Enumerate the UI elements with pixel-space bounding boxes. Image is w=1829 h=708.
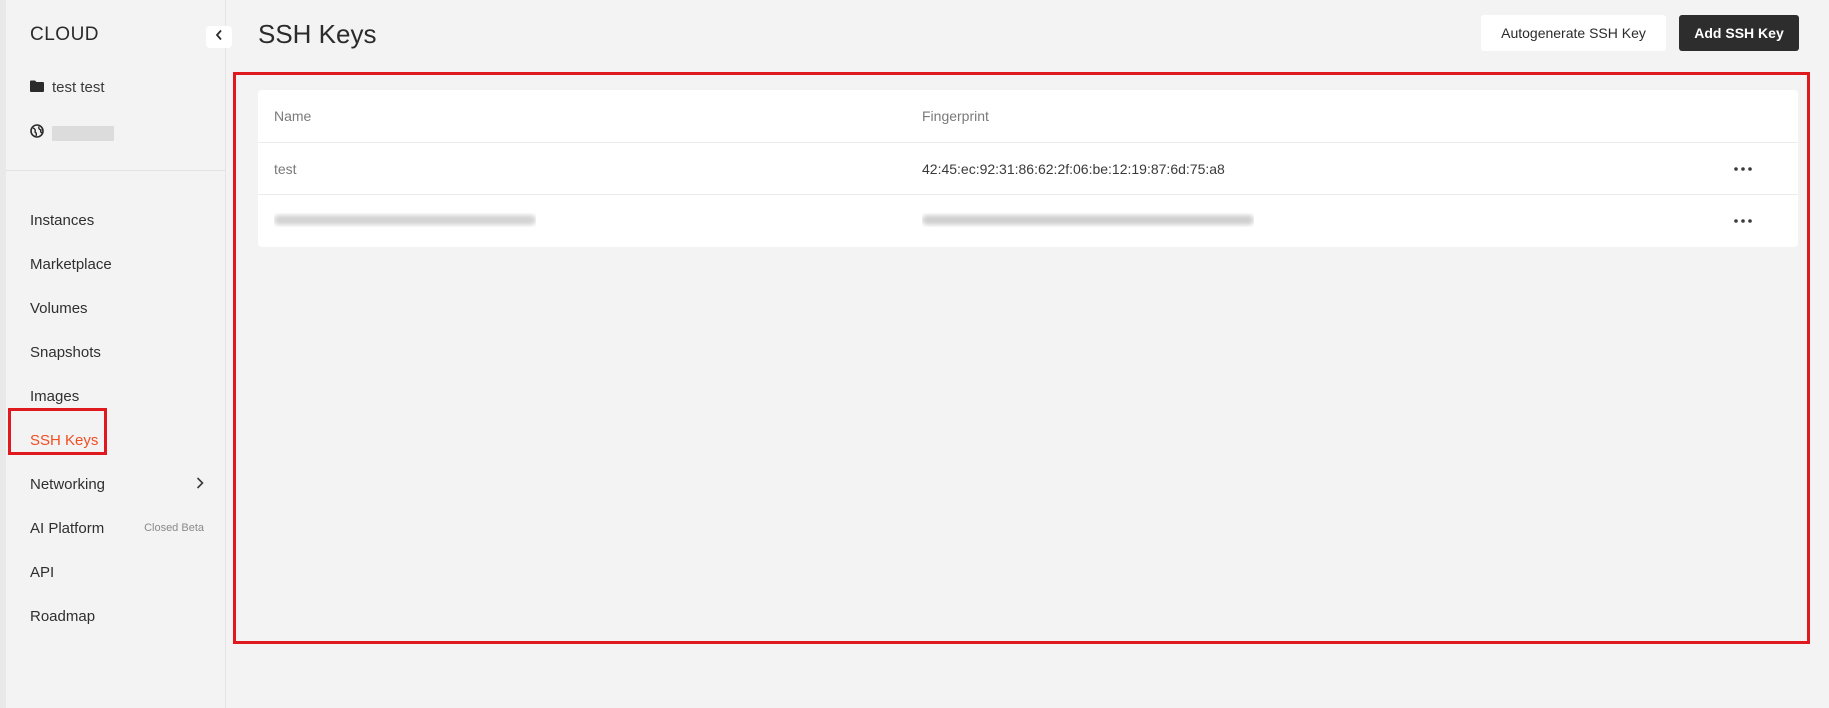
- sidebar-item-label: Networking: [30, 475, 106, 493]
- table-row[interactable]: [258, 195, 1798, 247]
- sidebar-nav: Instances Marketplace Volumes Snapshots …: [6, 198, 226, 638]
- sidebar-item-label: SSH Keys: [30, 431, 99, 449]
- sidebar-item-images[interactable]: Images: [6, 374, 226, 418]
- redacted-account-name: [52, 125, 114, 141]
- closed-beta-badge: Closed Beta: [144, 522, 204, 534]
- fingerprint-cell-redacted: [922, 213, 1254, 230]
- sidebar-item-label: AI Platform: [30, 519, 105, 537]
- column-header-fingerprint: Fingerprint: [922, 108, 989, 124]
- sidebar-item-label: API: [30, 563, 55, 581]
- add-ssh-key-button[interactable]: Add SSH Key: [1679, 15, 1799, 51]
- fingerprint-cell: 42:45:ec:92:31:86:62:2f:06:be:12:19:87:6…: [922, 160, 1225, 177]
- key-name-cell-redacted: [274, 213, 536, 230]
- page-title: SSH Keys: [258, 19, 377, 49]
- sidebar-item-label: Marketplace: [30, 255, 112, 273]
- sidebar-item-volumes[interactable]: Volumes: [6, 286, 226, 330]
- account-selector[interactable]: [30, 124, 114, 142]
- project-selector[interactable]: test test: [30, 79, 105, 96]
- sidebar-item-instances[interactable]: Instances: [6, 198, 226, 242]
- sidebar-item-snapshots[interactable]: Snapshots: [6, 330, 226, 374]
- sidebar-item-roadmap[interactable]: Roadmap: [6, 594, 226, 638]
- globe-icon: [30, 124, 44, 142]
- sidebar-item-networking[interactable]: Networking: [6, 462, 226, 506]
- ssh-keys-table: Name Fingerprint test 42:45:ec:92:31:86:…: [258, 90, 1798, 247]
- more-options-icon[interactable]: [1732, 211, 1754, 231]
- project-name: test test: [52, 79, 105, 96]
- table-row[interactable]: test 42:45:ec:92:31:86:62:2f:06:be:12:19…: [258, 143, 1798, 195]
- chevron-left-icon: [215, 28, 223, 46]
- chevron-right-icon: [196, 476, 204, 493]
- sidebar-item-label: Roadmap: [30, 607, 96, 625]
- more-options-icon[interactable]: [1732, 159, 1754, 179]
- sidebar-divider: [6, 170, 226, 171]
- sidebar-item-api[interactable]: API: [6, 550, 226, 594]
- collapse-sidebar-button[interactable]: [206, 26, 232, 48]
- sidebar-item-label: Images: [30, 387, 80, 405]
- key-name-cell: test: [274, 160, 297, 177]
- column-header-name: Name: [274, 108, 312, 124]
- sidebar-item-label: Volumes: [30, 299, 88, 317]
- sidebar-item-label: Instances: [30, 211, 95, 229]
- sidebar-item-label: Snapshots: [30, 343, 101, 361]
- sidebar-item-ai-platform[interactable]: AI Platform Closed Beta: [6, 506, 226, 550]
- table-header: Name Fingerprint: [258, 90, 1798, 143]
- sidebar-item-ssh-keys[interactable]: SSH Keys: [6, 418, 226, 462]
- sidebar-item-marketplace[interactable]: Marketplace: [6, 242, 226, 286]
- folder-icon: [30, 79, 44, 96]
- sidebar: CLOUD test test Instances Marketplace Vo…: [6, 0, 226, 708]
- autogenerate-ssh-key-button[interactable]: Autogenerate SSH Key: [1481, 15, 1666, 51]
- brand-logo: CLOUD: [30, 24, 100, 45]
